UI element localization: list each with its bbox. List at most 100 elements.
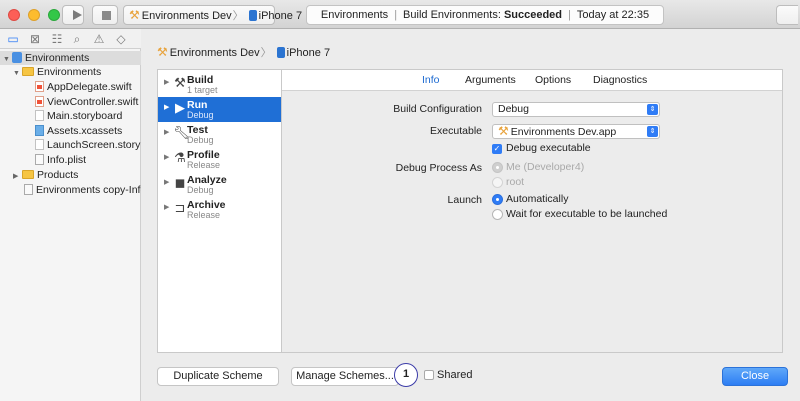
executable-popup[interactable]: ⚒ Environments Dev.app ⇕ — [492, 124, 660, 139]
storyboard-file-icon — [35, 110, 44, 121]
action-profile[interactable]: ▶ ⚗ Profile Release — [158, 147, 281, 172]
tab-info[interactable]: Info — [422, 74, 440, 86]
folder-icon[interactable]: ▭ — [6, 32, 20, 46]
sheet-scheme-name: Environments Dev — [169, 47, 260, 59]
tree-item-group[interactable]: ▼ Environments — [0, 65, 141, 79]
scheme-selector[interactable]: ⚒ Environments Dev〉 iPhone 7 — [123, 5, 302, 25]
executable-value: Environments Dev.app — [510, 126, 617, 138]
launch-automatically-radio[interactable] — [492, 194, 503, 205]
shared-checkbox[interactable] — [424, 370, 434, 380]
tree-item-file[interactable]: AppDelegate.swift — [0, 80, 141, 94]
tree-item-label: Main.storyboard — [47, 110, 123, 122]
minimize-window-button[interactable] — [28, 9, 40, 21]
symbol-icon[interactable]: ☷ — [50, 32, 64, 46]
play-icon — [73, 10, 82, 20]
archive-icon: ⊐ — [174, 200, 186, 215]
close-window-button[interactable] — [8, 9, 20, 21]
scheme-action-list: ▶ ⚒ Build 1 target ▶ ▶ Run Debug ▶ 🔧︎ Te… — [157, 69, 281, 353]
launch-automatically-label: Automatically — [506, 193, 569, 205]
warning-icon[interactable]: ⚠ — [92, 32, 106, 46]
shared-label: Shared — [437, 369, 473, 381]
scheme-breadcrumb[interactable]: ⚒ Environments Dev〉 iPhone 7 — [157, 44, 330, 60]
tree-item-file[interactable]: Main.storyboard — [0, 109, 141, 123]
tree-item-file[interactable]: Assets.xcassets — [0, 124, 141, 138]
debug-process-me-label: Me (Developer4) — [506, 161, 585, 173]
disclosure-closed-icon: ▶ — [13, 173, 19, 180]
tree-item-label: Environments copy-Info.plist — [36, 184, 141, 196]
tab-diagnostics[interactable]: Diagnostics — [593, 74, 647, 86]
folder-icon — [22, 170, 34, 179]
disclosure-closed-icon: ▶ — [164, 104, 170, 111]
project-navigator: ▼ Environments ▼ Environments AppDelegate.… — [0, 49, 141, 401]
launch-wait-radio[interactable] — [492, 209, 503, 220]
disclosure-open-icon: ▼ — [3, 56, 10, 63]
action-test[interactable]: ▶ 🔧︎ Test Debug — [158, 122, 281, 147]
tab-options[interactable]: Options — [535, 74, 571, 86]
stop-button[interactable] — [92, 5, 118, 25]
run-button[interactable] — [62, 5, 84, 25]
tree-item-file[interactable]: Environments copy-Info.plist — [0, 183, 141, 197]
popup-arrows-icon: ⇕ — [647, 126, 658, 137]
swift-file-icon — [35, 96, 44, 107]
status-action: Build Environments: — [403, 9, 501, 21]
action-subtitle: Debug — [187, 185, 214, 195]
tree-item-file[interactable]: Info.plist — [0, 153, 141, 167]
debug-process-root-radio[interactable] — [492, 177, 503, 188]
hammer-app-icon: ⚒ — [498, 124, 509, 138]
tree-item-label: Products — [37, 169, 79, 181]
chevron-right-icon: 〉 — [232, 10, 244, 22]
navigator-tab-bar: ▭ ⊠ ☷ ⌕ ⚠ ◇ — [0, 29, 141, 49]
zoom-window-button[interactable] — [48, 9, 60, 21]
popup-arrows-icon: ⇕ — [647, 104, 658, 115]
launch-label: Launch — [447, 194, 482, 206]
status-project: Environments — [320, 9, 389, 21]
tree-item-file[interactable]: ViewController.swift — [0, 95, 141, 109]
action-subtitle: 1 target — [187, 85, 218, 95]
tree-item-file[interactable]: LaunchScreen.storyboard — [0, 138, 141, 152]
plist-file-icon — [24, 184, 33, 195]
destination-name: iPhone 7 — [258, 10, 303, 22]
callout-badge: 1 — [394, 363, 418, 387]
run-action-detail: Info Arguments Options Diagnostics Build… — [281, 69, 783, 353]
duplicate-scheme-button[interactable]: Duplicate Scheme — [157, 367, 279, 386]
action-subtitle: Release — [187, 160, 221, 170]
iphone-icon — [248, 10, 257, 21]
tree-item-project[interactable]: ▼ Environments — [0, 51, 141, 65]
wrench-icon: 🔧︎ — [173, 125, 190, 140]
tree-item-group[interactable]: ▶ Products — [0, 168, 141, 182]
action-build[interactable]: ▶ ⚒ Build 1 target — [158, 72, 281, 97]
build-configuration-popup[interactable]: Debug ⇕ — [492, 102, 660, 117]
tree-item-label: Environments — [37, 66, 102, 78]
source-control-icon[interactable]: ⊠ — [28, 32, 42, 46]
disclosure-closed-icon: ▶ — [164, 129, 170, 136]
debug-process-me-radio[interactable] — [492, 162, 503, 173]
tree-item-label: Environments — [25, 52, 90, 64]
tree-item-label: Info.plist — [47, 154, 87, 166]
action-subtitle: Debug — [187, 135, 214, 145]
action-archive[interactable]: ▶ ⊐ Archive Release — [158, 197, 281, 222]
scheme-editor-sheet: ⚒ Environments Dev〉 iPhone 7 ▶ ⚒ Build 1 t… — [141, 29, 800, 401]
disclosure-closed-icon: ▶ — [164, 179, 170, 186]
debug-executable-checkbox[interactable]: ✓ — [492, 144, 502, 154]
activity-status-bar: Environments | Build Environments: Succeed… — [306, 5, 664, 25]
action-run[interactable]: ▶ ▶ Run Debug — [158, 97, 281, 122]
hammer-app-icon: ⚒ — [157, 45, 168, 59]
action-analyze[interactable]: ▶ ◼ Analyze Debug — [158, 172, 281, 197]
close-button[interactable]: Close — [722, 367, 788, 386]
tree-item-label: AppDelegate.swift — [47, 81, 132, 93]
hammer-icon: ⚒ — [174, 75, 186, 90]
tree-item-label: LaunchScreen.storyboard — [47, 139, 141, 151]
status-time: Today at 22:35 — [576, 9, 650, 21]
scheme-name: Environments Dev — [141, 10, 232, 22]
tab-arguments[interactable]: Arguments — [465, 74, 516, 86]
asset-catalog-icon — [35, 125, 44, 136]
executable-label: Executable — [430, 125, 482, 137]
storyboard-file-icon — [35, 139, 44, 150]
debug-process-label: Debug Process As — [395, 162, 482, 174]
folder-icon — [22, 67, 34, 76]
editor-mode-button[interactable] — [776, 5, 798, 25]
test-icon[interactable]: ◇ — [114, 32, 128, 46]
disclosure-closed-icon: ▶ — [164, 204, 170, 211]
manage-schemes-button[interactable]: Manage Schemes... — [291, 367, 399, 386]
search-icon[interactable]: ⌕ — [70, 32, 84, 47]
